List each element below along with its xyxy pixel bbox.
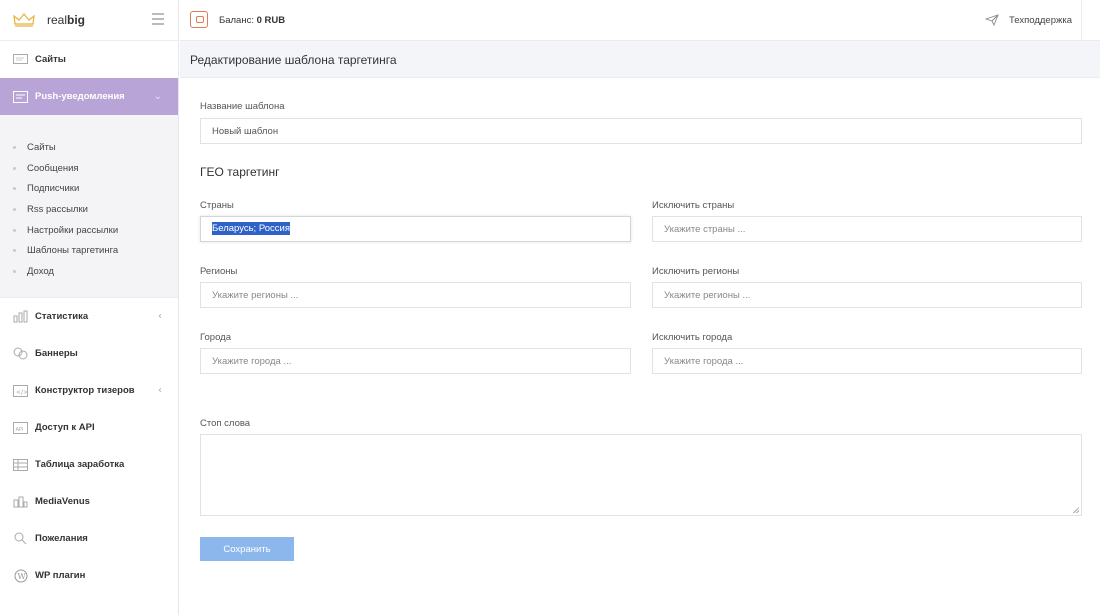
stats-icon	[13, 310, 28, 323]
sidebar-item-label: Доступ к API	[35, 422, 95, 433]
countries-label: Страны	[200, 200, 234, 211]
template-name-input[interactable]	[200, 118, 1082, 144]
regions-input[interactable]	[200, 282, 631, 308]
stop-words-textarea[interactable]	[200, 434, 1082, 516]
submenu-label: Настройки рассылки	[27, 224, 119, 236]
sidebar-item-earnings-table[interactable]: Таблица заработка	[0, 446, 178, 483]
menu-toggle-icon[interactable]	[152, 13, 164, 25]
support-link[interactable]: Техподдержка	[985, 14, 1072, 26]
balance-value: 0 RUB	[256, 15, 286, 26]
submenu-label: Rss рассылки	[27, 203, 88, 215]
cities-input[interactable]	[200, 348, 631, 374]
monitor-icon	[13, 53, 28, 66]
submenu-item-income[interactable]: Доход	[0, 261, 178, 282]
submenu-label: Доход	[27, 265, 54, 277]
chevron-down-icon: ⌄	[153, 91, 162, 102]
sidebar-item-api[interactable]: API Доступ к API	[0, 409, 178, 446]
submenu-label: Шаблоны таргетинга	[27, 245, 119, 257]
stop-words-label: Стоп слова	[200, 418, 251, 429]
exclude-regions-label: Исключить регионы	[652, 266, 740, 277]
resize-grip-icon[interactable]	[1073, 507, 1079, 513]
sidebar-item-banners[interactable]: Баннеры	[0, 335, 178, 372]
submenu-item-rss[interactable]: Rss рассылки	[0, 199, 178, 220]
submenu-item-sites[interactable]: Сайты	[0, 137, 178, 158]
sidebar-item-statistics[interactable]: Статистика ‹	[0, 298, 178, 335]
wishes-icon	[13, 532, 28, 545]
svg-text:W: W	[17, 572, 26, 581]
exclude-cities-input[interactable]	[652, 348, 1082, 374]
template-name-label: Название шаблона	[200, 101, 285, 112]
exclude-regions-input[interactable]	[652, 282, 1082, 308]
sidebar-item-label: Статистика	[35, 311, 89, 322]
table-icon	[13, 458, 28, 471]
code-icon: </>	[13, 384, 28, 397]
crown-logo-icon	[13, 13, 35, 27]
countries-selected-text: Беларусь; Россия	[212, 222, 290, 235]
svg-text:API: API	[16, 427, 24, 433]
svg-text:</>: </>	[16, 389, 28, 396]
submenu-item-targeting-templates[interactable]: Шаблоны таргетинга	[0, 240, 178, 261]
logo-bar: realbig	[0, 0, 178, 41]
support-label: Техподдержка	[1009, 14, 1072, 26]
sidebar-item-label: Баннеры	[35, 348, 78, 359]
page-header: Редактирование шаблона таргетинга	[180, 41, 1100, 78]
sidebar-item-label: Таблица заработка	[35, 459, 125, 470]
divider	[1081, 0, 1082, 41]
brand-name[interactable]: realbig	[47, 13, 85, 27]
regions-label: Регионы	[200, 266, 238, 277]
sidebar-item-label: WP плагин	[35, 570, 86, 581]
sidebar-item-wishes[interactable]: Пожелания	[0, 520, 178, 557]
countries-input[interactable]: Беларусь; Россия	[200, 216, 631, 242]
topbar: Баланс: 0 RUB Техподдержка	[180, 0, 1100, 41]
sidebar-item-label: MediaVenus	[35, 496, 90, 507]
submenu-label: Сообщения	[27, 162, 79, 174]
balance: Баланс: 0 RUB	[219, 15, 286, 26]
wordpress-icon: W	[13, 569, 28, 582]
geo-section-title: ГЕО таргетинг	[200, 165, 280, 179]
paper-plane-icon	[985, 14, 999, 26]
submenu-item-subscribers[interactable]: Подписчики	[0, 178, 178, 199]
sidebar-item-teaser-constructor[interactable]: </> Конструктор тизеров ‹	[0, 372, 178, 409]
chevron-left-icon: ‹	[158, 311, 162, 322]
sidebar-item-mediavenus[interactable]: MediaVenus	[0, 483, 178, 520]
submenu-item-messages[interactable]: Сообщения	[0, 158, 178, 179]
api-icon: API	[13, 421, 28, 434]
sidebar-item-push[interactable]: Push-уведомления ⌄	[0, 78, 178, 115]
wallet-icon	[190, 11, 208, 28]
exclude-cities-label: Исключить города	[652, 332, 733, 343]
sidebar-item-label: Push-уведомления	[35, 91, 125, 102]
sidebar: realbig Сайты Push-уведомления ⌄ Сайты С…	[0, 0, 179, 615]
page-title: Редактирование шаблона таргетинга	[190, 53, 397, 67]
cities-label: Города	[200, 332, 231, 343]
exclude-countries-input[interactable]	[652, 216, 1082, 242]
sidebar-item-label: Конструктор тизеров	[35, 385, 135, 396]
sidebar-item-label: Сайты	[35, 54, 66, 65]
sidebar-item-sites[interactable]: Сайты	[0, 41, 178, 78]
push-icon	[13, 90, 28, 103]
mediavenus-icon	[13, 495, 28, 508]
exclude-countries-label: Исключить страны	[652, 200, 735, 211]
sidebar-item-label: Пожелания	[35, 533, 88, 544]
banners-icon	[13, 347, 28, 360]
sidebar-item-wp-plugin[interactable]: W WP плагин	[0, 557, 178, 594]
submenu-label: Подписчики	[27, 183, 80, 195]
submenu-label: Сайты	[27, 141, 56, 153]
submenu-item-mailing-settings[interactable]: Настройки рассылки	[0, 220, 178, 241]
chevron-left-icon: ‹	[158, 385, 162, 396]
save-button[interactable]: Сохранить	[200, 537, 294, 561]
push-submenu: Сайты Сообщения Подписчики Rss рассылки …	[0, 115, 178, 298]
